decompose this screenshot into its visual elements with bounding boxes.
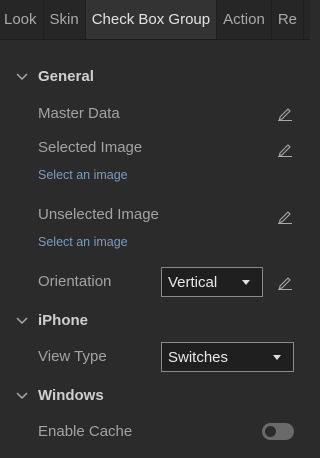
view-type-select[interactable]: Switches [161, 342, 294, 372]
selected-image-label: Selected Image [38, 139, 143, 156]
select-selected-image-link[interactable]: Select an image [38, 168, 128, 182]
section-windows-title: Windows [38, 386, 104, 404]
toggle-knob [265, 426, 276, 437]
section-iphone-header[interactable]: iPhone [0, 308, 310, 332]
pencil-icon[interactable] [277, 105, 293, 121]
section-general-title: General [38, 67, 94, 85]
section-iphone-title: iPhone [38, 311, 89, 329]
chevron-down-icon [16, 317, 28, 325]
section-general-header[interactable]: General [0, 64, 310, 88]
tab-bar: Look Skin Check Box Group Action Re [0, 0, 310, 40]
pencil-icon[interactable] [277, 274, 293, 290]
chevron-down-icon [16, 73, 28, 81]
view-type-label: View Type [38, 348, 107, 365]
section-windows-header[interactable]: Windows [0, 383, 310, 407]
tab-review[interactable]: Re [272, 0, 304, 39]
orientation-value: Vertical [168, 273, 218, 291]
tab-look[interactable]: Look [0, 0, 44, 39]
tab-check-box-group[interactable]: Check Box Group [85, 0, 218, 39]
caret-down-icon [242, 280, 250, 285]
enable-cache-toggle[interactable] [262, 423, 294, 440]
tab-skin[interactable]: Skin [44, 0, 86, 39]
orientation-label: Orientation [38, 273, 112, 290]
pencil-icon[interactable] [277, 141, 293, 157]
tab-action[interactable]: Action [217, 0, 272, 39]
caret-down-icon [273, 355, 281, 360]
pencil-icon[interactable] [277, 208, 293, 224]
view-type-value: Switches [168, 348, 229, 366]
chevron-down-icon [16, 392, 28, 400]
enable-cache-label: Enable Cache [38, 423, 133, 440]
select-unselected-image-link[interactable]: Select an image [38, 235, 128, 249]
orientation-select[interactable]: Vertical [161, 267, 263, 297]
master-data-label: Master Data [38, 105, 120, 122]
unselected-image-label: Unselected Image [38, 206, 159, 223]
